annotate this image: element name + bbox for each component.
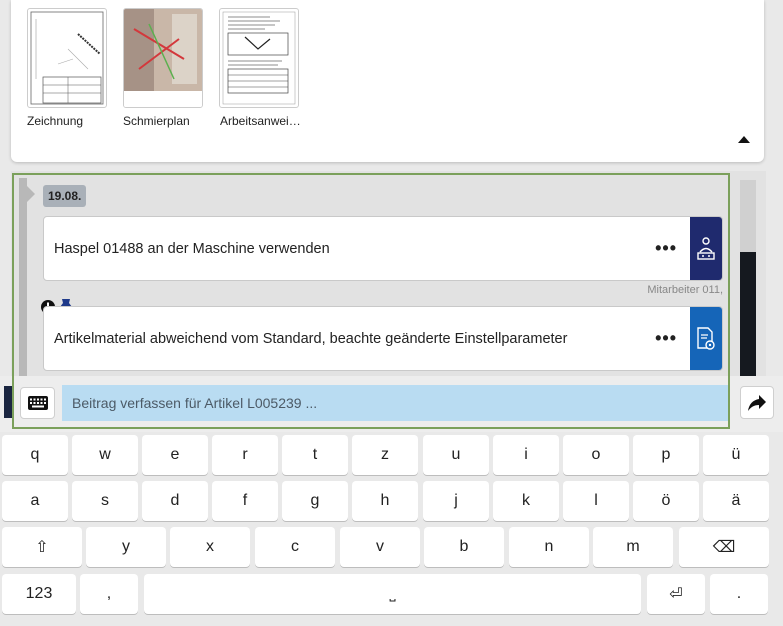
key-o[interactable]: o <box>563 435 629 475</box>
key-l[interactable]: l <box>563 481 629 521</box>
send-arrow-icon <box>748 394 766 411</box>
caret-up-icon <box>738 136 750 143</box>
key-u[interactable]: u <box>423 435 489 475</box>
key-i[interactable]: i <box>493 435 559 475</box>
key-h[interactable]: h <box>352 481 418 521</box>
key-r[interactable]: r <box>212 435 278 475</box>
key-m[interactable]: m <box>593 527 673 567</box>
key-n[interactable]: n <box>509 527 589 567</box>
work-instruction-document-thumbnail <box>222 11 296 105</box>
key-y[interactable]: y <box>86 527 166 567</box>
attachment-thumbnail-schmierplan[interactable] <box>123 8 203 108</box>
key-numbers[interactable]: 123 <box>2 574 76 614</box>
key-z[interactable]: z <box>352 435 418 475</box>
attachments-card: Zeichnung Schmierplan Arbeitsanwei… <box>11 0 764 162</box>
key-ü[interactable]: ü <box>703 435 769 475</box>
key-p[interactable]: p <box>633 435 699 475</box>
key-backspace[interactable]: ⌫ <box>679 527 769 567</box>
key-space[interactable]: ˽ <box>144 574 641 614</box>
key-s[interactable]: s <box>72 481 138 521</box>
feed-scrollbar-thumb[interactable] <box>740 252 756 380</box>
key-f[interactable]: f <box>212 481 278 521</box>
key-shift[interactable]: ⇧ <box>2 527 82 567</box>
collapse-attachments-button[interactable] <box>736 132 752 146</box>
side-tab <box>4 386 12 418</box>
key-b[interactable]: b <box>424 527 504 567</box>
attachment-label: Schmierplan <box>123 114 190 128</box>
attachment-label: Arbeitsanwei… <box>220 114 301 128</box>
key-q[interactable]: q <box>2 435 68 475</box>
feed-focus-frame <box>12 173 730 429</box>
key-g[interactable]: g <box>282 481 348 521</box>
technical-drawing-thumbnail <box>30 11 104 105</box>
key-comma[interactable]: , <box>80 574 138 614</box>
key-x[interactable]: x <box>170 527 250 567</box>
key-a[interactable]: a <box>2 481 68 521</box>
key-period[interactable]: . <box>710 574 768 614</box>
key-w[interactable]: w <box>72 435 138 475</box>
key-e[interactable]: e <box>142 435 208 475</box>
key-d[interactable]: d <box>142 481 208 521</box>
lubrication-plan-photo-thumbnail <box>124 9 202 107</box>
key-enter[interactable]: ⏎ <box>647 574 705 614</box>
attachment-thumbnail-zeichnung[interactable] <box>27 8 107 108</box>
key-ö[interactable]: ö <box>633 481 699 521</box>
key-k[interactable]: k <box>493 481 559 521</box>
key-ä[interactable]: ä <box>703 481 769 521</box>
key-c[interactable]: c <box>255 527 335 567</box>
attachment-thumbnail-arbeitsanweisung[interactable] <box>219 8 299 108</box>
attachment-label: Zeichnung <box>27 114 84 128</box>
key-j[interactable]: j <box>423 481 489 521</box>
key-v[interactable]: v <box>340 527 420 567</box>
send-button[interactable] <box>740 386 774 419</box>
key-t[interactable]: t <box>282 435 348 475</box>
